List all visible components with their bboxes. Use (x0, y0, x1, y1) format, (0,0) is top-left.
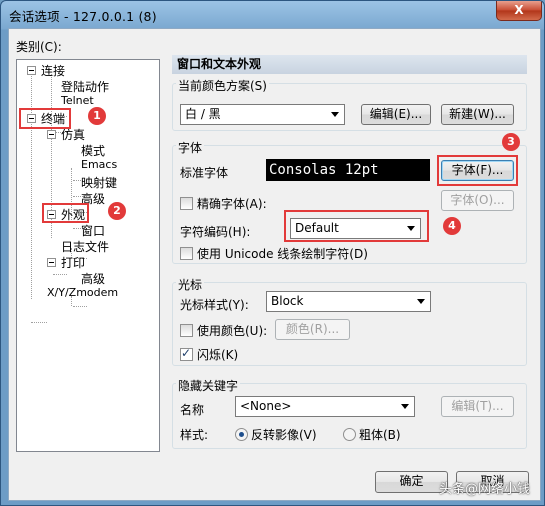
tree-item-log-file[interactable]: 日志文件 (61, 238, 109, 255)
collapse-icon[interactable] (47, 258, 56, 267)
color-scheme-value: 白 / 黑 (185, 107, 221, 121)
dialog-window: 会话选项 - 127.0.0.1 (8) X 类别(C): 连接 登陆动作 Te… (0, 0, 545, 506)
tree-item-xyz-modem[interactable]: X/Y/Zmodem (47, 286, 118, 299)
bold-label: 粗体(B) (359, 428, 401, 442)
keyword-name-select[interactable]: <None> (235, 396, 415, 417)
use-color-label: 使用颜色(U): (197, 324, 268, 338)
font-group-title: 字体 (176, 139, 205, 156)
tree-item-advanced-printing[interactable]: 高级 (81, 270, 105, 287)
cursor-color-button[interactable]: 颜色(R)... (275, 319, 350, 340)
chevron-down-icon (331, 112, 339, 117)
tree-item-modes[interactable]: 模式 (81, 142, 105, 159)
hidden-keyword-title: 隐藏关键字 (176, 377, 241, 394)
chevron-down-icon (401, 404, 409, 409)
window-title: 会话选项 - 127.0.0.1 (8) (9, 9, 157, 24)
unicode-line-checkbox[interactable] (180, 247, 193, 260)
title-bar[interactable]: 会话选项 - 127.0.0.1 (8) X (1, 1, 544, 27)
dialog-body: 类别(C): 连接 登陆动作 Telnet 终端 仿真 模式 Emacs 映射键… (8, 28, 541, 501)
tree-item-printing[interactable]: 打印 (61, 254, 85, 271)
bold-radio[interactable] (343, 428, 356, 441)
tree-guide-line (31, 322, 47, 323)
unicode-line-label: 使用 Unicode 线条绘制字符(D) (197, 247, 368, 261)
tree-item-mapped-keys[interactable]: 映射键 (81, 174, 117, 191)
highlight-font-button (437, 155, 518, 186)
cursor-style-label: 光标样式(Y): (180, 298, 249, 312)
color-scheme-select[interactable]: 白 / 黑 (180, 104, 345, 125)
close-button[interactable]: X (496, 1, 542, 21)
font-preview: Consolas 12pt (266, 159, 430, 181)
blink-label: 闪烁(K) (197, 348, 239, 362)
tree-item-login-actions[interactable]: 登陆动作 (61, 78, 109, 95)
watermark: 头条@网络小钱 (438, 482, 530, 497)
scheme-label: 当前颜色方案(S) (176, 77, 269, 94)
highlight-encoding (284, 210, 429, 242)
collapse-icon[interactable] (47, 130, 56, 139)
panel-header: 窗口和文本外观 (172, 55, 527, 74)
tree-item-connection[interactable]: 连接 (41, 62, 65, 79)
scheme-new-button[interactable]: 新建(W)... (441, 104, 514, 125)
blink-checkbox[interactable] (180, 346, 193, 361)
use-color-checkbox[interactable] (180, 324, 193, 337)
standard-font-label: 标准字体 (180, 166, 229, 180)
chevron-down-icon (417, 299, 425, 304)
annotation-badge-2: 2 (108, 202, 126, 220)
precise-font-button[interactable]: 字体(O)... (441, 190, 514, 211)
highlight-appearance (42, 203, 89, 223)
precise-font-label: 精确字体(A): (197, 197, 267, 211)
annotation-badge-4: 4 (443, 217, 461, 235)
annotation-badge-3: 3 (502, 133, 520, 151)
tree-item-emacs[interactable]: Emacs (81, 158, 117, 171)
encoding-label: 字符编码(H): (180, 225, 251, 239)
cursor-style-value: Block (271, 294, 304, 308)
annotation-badge-1: 1 (88, 107, 106, 125)
tree-guide-line (73, 306, 87, 307)
keyword-name-label: 名称 (180, 403, 205, 417)
collapse-icon[interactable] (27, 66, 36, 75)
cursor-style-select[interactable]: Block (266, 291, 431, 312)
tree-item-telnet[interactable]: Telnet (61, 94, 94, 107)
keyword-style-label: 样式: (180, 428, 209, 442)
category-label: 类别(C): (16, 40, 62, 54)
ok-button[interactable]: 确定 (375, 471, 448, 493)
reverse-video-label: 反转影像(V) (251, 428, 317, 442)
keyword-edit-button[interactable]: 编辑(T)... (441, 396, 514, 417)
scheme-edit-button[interactable]: 编辑(E)... (361, 104, 431, 125)
tree-item-window[interactable]: 窗口 (81, 222, 105, 239)
cursor-group-title: 光标 (176, 276, 205, 293)
tree-guide-line (53, 274, 67, 275)
keyword-name-value: <None> (240, 399, 292, 413)
precise-font-checkbox[interactable] (180, 197, 193, 210)
highlight-terminal (19, 108, 71, 129)
reverse-video-radio[interactable] (235, 428, 248, 441)
